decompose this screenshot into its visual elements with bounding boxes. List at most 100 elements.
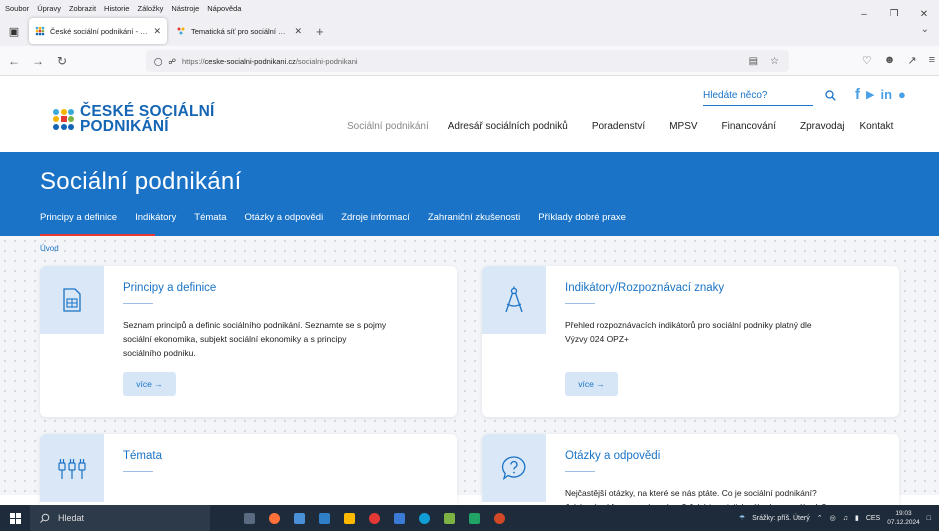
subnav-indikatory[interactable]: Indikátory (135, 212, 176, 223)
menu-item-soubor[interactable]: Soubor (5, 4, 29, 13)
tab-list-icon[interactable]: ▣ (2, 19, 26, 43)
taskbar-app-icon-5[interactable] (394, 512, 405, 524)
taskbar-app-icon-4[interactable] (369, 512, 380, 524)
taskbar-app-icon-3[interactable] (344, 512, 355, 524)
card-description: Seznam principů a definic sociálního pod… (123, 320, 387, 358)
chevron-down-icon[interactable]: ⌄ (921, 24, 929, 35)
more-button[interactable]: více → (123, 372, 176, 396)
menu-item-zobrazit[interactable]: Zobrazit (69, 4, 96, 13)
linkedin-icon[interactable]: in (880, 87, 892, 102)
close-tab-icon[interactable]: ✕ (294, 26, 302, 37)
weather-icon[interactable]: ☂ (739, 514, 745, 522)
taskbar-app-icon-1[interactable] (294, 512, 305, 524)
site-logo[interactable]: ČESKÉ SOCIÁLNÍ PODNIKÁNÍ (53, 104, 215, 134)
menu-item-napoveda[interactable]: Nápověda (207, 4, 241, 13)
nav-financovani[interactable]: Financování (722, 121, 776, 132)
system-tray: ☂ Srážky: příš. Úterý ⌃ ◎ ♫ ▮ CES 19:03 … (739, 505, 931, 531)
dots-favicon-icon (177, 27, 185, 35)
card-title[interactable]: Témata (123, 450, 162, 462)
notifications-icon[interactable]: □ (927, 515, 931, 522)
tab-title: Tematická síť pro sociální ekon (191, 26, 290, 36)
card-description: Přehled rozpoznávacích indikátorů pro so… (565, 320, 812, 344)
taskbar-app-icon-7[interactable] (444, 512, 455, 524)
account-icon[interactable]: ☻ (884, 54, 896, 67)
lock-icon[interactable]: ☍ (168, 57, 176, 66)
firefox-icon[interactable] (269, 512, 280, 524)
subnav-otazky[interactable]: Otázky a odpovědi (245, 212, 324, 223)
title-divider (123, 303, 153, 304)
card-title[interactable]: Principy a definice (123, 282, 216, 294)
card-principy[interactable]: Principy a definice Seznam principů a de… (40, 266, 457, 417)
taskbar-app-icon-8[interactable] (469, 512, 480, 524)
taskbar-app-icon-9[interactable] (494, 512, 505, 524)
subnav-zdroje[interactable]: Zdroje informací (341, 212, 410, 223)
volume-icon[interactable]: ♫ (843, 515, 848, 522)
search-icon[interactable] (825, 90, 836, 101)
navigation-toolbar: ← → ↻ ◯ ☍ https://ceske-socialni-podnika… (0, 46, 939, 76)
nav-kontakt[interactable]: Kontakt (859, 121, 893, 132)
card-indikatory[interactable]: Indikátory/Rozpoznávací znaky Přehled ro… (482, 266, 899, 417)
youtube-icon[interactable]: ▶ (866, 88, 874, 101)
reader-view-icon[interactable]: ▤ (749, 56, 758, 67)
new-tab-icon[interactable]: + (316, 24, 324, 39)
subnav-temata[interactable]: Témata (194, 212, 226, 223)
nav-adresar[interactable]: Adresář sociálních podniků (448, 121, 568, 132)
site-header: ČESKÉ SOCIÁLNÍ PODNIKÁNÍ Hledáte něco? f… (0, 76, 939, 152)
taskbar-search[interactable]: Hledat (30, 505, 210, 531)
nav-socialni-podnikani[interactable]: Sociální podnikání (347, 121, 429, 132)
tab-ceske-socialni-podnikani[interactable]: České sociální podnikání - Soci ✕ (29, 18, 167, 44)
network-icon[interactable]: ◎ (830, 514, 836, 522)
title-divider (565, 303, 595, 304)
search-icon (40, 513, 50, 523)
shield-icon[interactable]: ◯ (154, 57, 162, 66)
page-title: Sociální podnikání (40, 168, 242, 195)
card-temata[interactable]: Témata (40, 434, 457, 514)
pocket-icon[interactable]: ♡ (862, 54, 872, 67)
title-divider (565, 471, 595, 472)
menu-item-zalozky[interactable]: Záložky (137, 4, 163, 13)
reload-icon[interactable]: ↻ (52, 54, 72, 68)
chevron-up-icon[interactable]: ⌃ (817, 514, 823, 522)
nav-mpsv[interactable]: MPSV (669, 121, 697, 132)
bookmark-star-icon[interactable]: ☆ (770, 56, 779, 67)
tab-bar: ▣ České sociální podnikání - Soci ✕ Tema… (0, 16, 939, 46)
address-bar[interactable]: ◯ ☍ https://ceske-socialni-podnikani.cz/… (146, 50, 789, 72)
card-icon-box (482, 266, 546, 334)
tab-tematicka-sit[interactable]: Tematická síť pro sociální ekon ✕ (170, 18, 308, 44)
spotify-icon[interactable]: ● (898, 87, 906, 102)
nav-poradenstvi[interactable]: Poradenství (592, 121, 645, 132)
breadcrumb[interactable]: Úvod (40, 244, 59, 253)
subnav-principy[interactable]: Principy a definice (40, 212, 117, 223)
close-tab-icon[interactable]: ✕ (153, 26, 161, 37)
section-subnav: Principy a definice Indikátory Témata Ot… (40, 212, 644, 223)
facebook-icon[interactable]: f (855, 86, 860, 103)
subnav-zahranicni[interactable]: Zahraniční zkušenosti (428, 212, 520, 223)
card-otazky[interactable]: Otázky a odpovědi Nejčastější otázky, na… (482, 434, 899, 514)
hamburger-menu-icon[interactable]: ≡ (929, 54, 935, 67)
nav-zpravodaj[interactable]: Zpravodaj (800, 121, 844, 132)
windows-start-icon[interactable] (0, 512, 30, 524)
back-icon[interactable]: ← (4, 54, 24, 68)
taskbar-app-icon-2[interactable] (319, 512, 330, 524)
weather-text[interactable]: Srážky: příš. Úterý (752, 515, 810, 522)
logo-mark-icon (53, 108, 74, 130)
share-icon[interactable]: ↗ (907, 54, 916, 67)
card-title[interactable]: Indikátory/Rozpoznávací znaky (565, 282, 724, 294)
title-divider (123, 471, 153, 472)
card-title[interactable]: Otázky a odpovědi (565, 450, 660, 462)
task-view-icon[interactable] (244, 512, 255, 524)
page-banner: Sociální podnikání Principy a definice I… (0, 152, 939, 237)
forward-icon[interactable]: → (28, 54, 48, 68)
site-search-input[interactable]: Hledáte něco? (703, 88, 813, 106)
question-bubble-icon (501, 456, 526, 481)
menu-item-historie[interactable]: Historie (104, 4, 129, 13)
subnav-priklady[interactable]: Příklady dobré praxe (538, 212, 626, 223)
menu-item-nastroje[interactable]: Nástroje (171, 4, 199, 13)
more-button[interactable]: více → (565, 372, 618, 396)
taskbar-app-icon-6[interactable] (419, 512, 430, 524)
tab-title: České sociální podnikání - Soci (50, 26, 149, 36)
language-indicator[interactable]: CES (866, 515, 880, 522)
clock[interactable]: 19:03 07.12.2024 (887, 509, 920, 527)
battery-icon[interactable]: ▮ (855, 514, 859, 522)
menu-item-upravy[interactable]: Úpravy (37, 4, 61, 13)
